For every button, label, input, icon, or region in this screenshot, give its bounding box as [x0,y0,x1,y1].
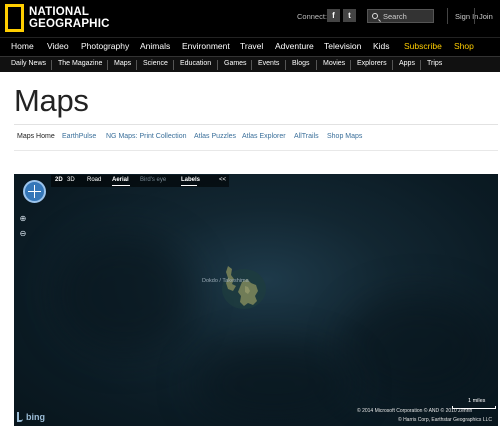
divider [51,60,52,70]
logo-line-2: GEOGRAPHIC [29,18,110,30]
view-3d-button[interactable]: 3D [67,177,75,183]
subnav-item-magazine[interactable]: The Magazine [58,60,102,67]
maps-nav-shop-maps[interactable]: Shop Maps [327,133,362,140]
divider [14,150,498,151]
scale-label: 1 miles [468,398,486,404]
ocean-shade [54,234,194,354]
subnav-item-daily-news[interactable]: Daily News [11,60,46,67]
nav-item-environment[interactable]: Environment [182,41,230,51]
divider [251,60,252,70]
collapse-toolbar-button[interactable]: << [219,177,226,183]
subnav-item-education[interactable]: Education [180,60,211,67]
search-input[interactable]: Search [367,9,434,23]
map-view-toolbar: 2D 3D Road Aerial Bird's eye Labels << [51,175,229,187]
labels-selected-indicator [181,185,197,186]
nav-item-subscribe[interactable]: Subscribe [404,41,442,51]
divider [107,60,108,70]
nav-item-shop[interactable]: Shop [454,41,474,51]
zoom-out-icon[interactable]: ⊖ [18,229,28,239]
divider [474,8,475,24]
nav-item-adventure[interactable]: Adventure [275,41,314,51]
road-button[interactable]: Road [87,177,101,183]
compass-icon[interactable] [23,180,46,203]
subnav-item-science[interactable]: Science [143,60,168,67]
divider [217,60,218,70]
subnav-item-apps[interactable]: Apps [399,60,415,67]
divider [285,60,286,70]
page-title: Maps [14,83,89,118]
maps-nav-atlas-explorer[interactable]: Atlas Explorer [242,133,286,140]
search-placeholder: Search [383,11,407,21]
birds-eye-button[interactable]: Bird's eye [140,177,166,183]
site-logo[interactable]: NATIONAL GEOGRAPHIC [5,4,110,32]
sub-nav: Daily News The Magazine Maps Science Edu… [0,56,500,72]
subnav-item-blogs[interactable]: Blogs [292,60,310,67]
search-icon [372,13,378,19]
divider [316,60,317,70]
zoom-in-icon[interactable]: ⊕ [18,214,28,224]
divider [173,60,174,70]
nav-item-animals[interactable]: Animals [140,41,170,51]
divider [14,124,498,125]
maps-nav-maps-home[interactable]: Maps Home [17,133,55,140]
nav-item-travel[interactable]: Travel [240,41,263,51]
subnav-item-maps[interactable]: Maps [114,60,131,67]
ocean-shade [194,344,354,424]
logo-line-1: NATIONAL [29,6,90,18]
nav-item-television[interactable]: Television [324,41,361,51]
facebook-icon[interactable]: f [327,9,340,22]
map-copyright: © 2014 Microsoft Corporation © AND © 201… [357,408,473,414]
subnav-item-movies[interactable]: Movies [323,60,345,67]
divider [447,8,448,24]
top-header: NATIONAL GEOGRAPHIC Connect: f t Search … [0,0,500,37]
map-viewport[interactable]: ⊕ ⊖ 2D 3D Road Aerial Bird's eye Labels … [14,174,498,426]
divider [350,60,351,70]
nav-item-video[interactable]: Video [47,41,69,51]
main-nav: Home Video Photography Animals Environme… [0,37,500,56]
subnav-item-events[interactable]: Events [258,60,279,67]
aerial-selected-indicator [112,185,130,186]
subnav-item-trips[interactable]: Trips [427,60,442,67]
ocean-shade [344,294,494,404]
join-link[interactable]: Join [479,12,493,21]
nav-item-kids[interactable]: Kids [373,41,390,51]
island-feature [222,266,266,309]
bing-wordmark: bing [26,412,45,422]
subnav-item-explorers[interactable]: Explorers [357,60,387,67]
maps-nav-alltrails[interactable]: AllTrails [294,133,319,140]
map-copyright-imagery: © Harris Corp, Earthstar Geographics LLC [398,417,492,423]
maps-section-nav: Maps Home EarthPulse NG Maps: Print Coll… [0,133,500,145]
divider [420,60,421,70]
nav-item-photography[interactable]: Photography [81,41,129,51]
divider [136,60,137,70]
maps-nav-print-collection[interactable]: NG Maps: Print Collection [106,133,187,140]
divider [392,60,393,70]
connect-label: Connect: [297,12,328,21]
maps-nav-earthpulse[interactable]: EarthPulse [62,133,96,140]
bing-logo[interactable]: bing [17,411,45,423]
twitter-icon[interactable]: t [343,9,356,22]
nav-item-home[interactable]: Home [11,41,34,51]
maps-nav-atlas-puzzles[interactable]: Atlas Puzzles [194,133,236,140]
labels-toggle[interactable]: Labels [181,177,200,183]
aerial-button[interactable]: Aerial [112,177,129,183]
view-2d-button[interactable]: 2D [55,177,63,183]
place-label: Dokdo / Takeshima [202,278,249,284]
bing-icon [17,412,23,422]
subnav-item-games[interactable]: Games [224,60,247,67]
yellow-border-icon [5,4,24,32]
